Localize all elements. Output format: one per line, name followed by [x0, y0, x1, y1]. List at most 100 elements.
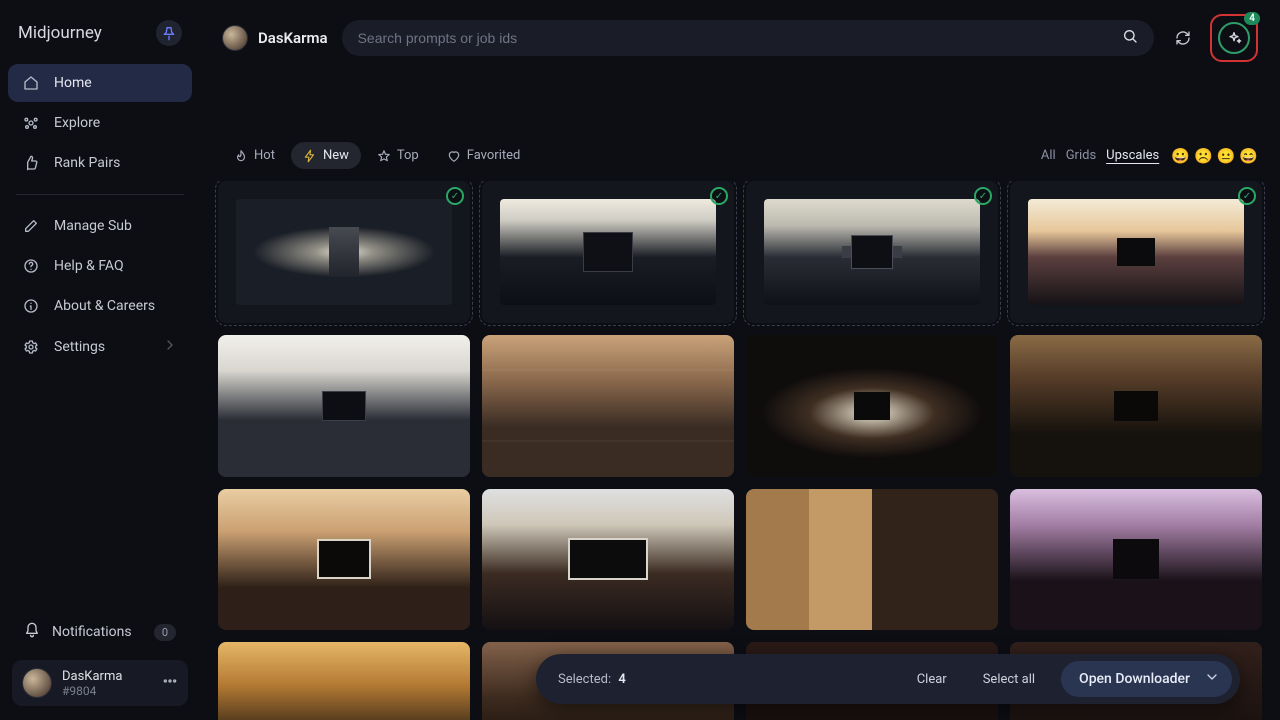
clear-selection-button[interactable]: Clear [907, 666, 957, 693]
search-input[interactable] [358, 30, 1112, 46]
topbar: DasKarma 4 [200, 0, 1280, 72]
tab-new-label: New [323, 148, 349, 163]
nav-manage-sub[interactable]: Manage Sub [8, 207, 192, 245]
nav-help-label: Help & FAQ [54, 258, 124, 274]
thumbs-up-icon [22, 154, 40, 172]
explore-icon [22, 114, 40, 132]
chevron-right-icon [162, 337, 178, 357]
image-cell[interactable] [482, 335, 734, 477]
image-cell[interactable] [1010, 489, 1262, 631]
notifications-count: 0 [154, 624, 176, 641]
check-icon: ✓ [446, 187, 464, 205]
view-all[interactable]: All [1041, 148, 1056, 163]
selected-label: Selected: 4 [558, 672, 626, 687]
brand-title: Midjourney [18, 23, 102, 43]
more-icon [162, 673, 178, 689]
top-user[interactable]: DasKarma [222, 25, 328, 51]
user-more-button[interactable] [162, 673, 178, 693]
gallery[interactable]: ✓ ✓ ✓ ✓ [200, 181, 1280, 720]
nav-secondary: Manage Sub Help & FAQ About & Careers Se… [8, 207, 192, 367]
open-downloader-button[interactable]: Open Downloader [1061, 661, 1232, 697]
image-cell[interactable] [218, 642, 470, 720]
tab-hot[interactable]: Hot [222, 142, 287, 169]
tab-top[interactable]: Top [365, 142, 431, 169]
image-cell[interactable] [482, 489, 734, 631]
emoji-filter-4[interactable]: 😄 [1239, 147, 1258, 165]
user-card[interactable]: DasKarma #9804 [12, 660, 188, 706]
user-tag: #9804 [62, 684, 122, 698]
tab-favorited[interactable]: Favorited [435, 142, 533, 169]
search-icon[interactable] [1122, 28, 1138, 48]
nav-rank-label: Rank Pairs [54, 155, 120, 171]
image-cell[interactable]: ✓ [218, 181, 470, 323]
refresh-button[interactable] [1168, 23, 1198, 53]
nav-settings[interactable]: Settings [8, 327, 192, 367]
image-cell[interactable]: ✓ [1010, 181, 1262, 323]
nav-about-label: About & Careers [54, 298, 155, 314]
generation-count-badge: 4 [1244, 12, 1260, 25]
image-cell[interactable] [218, 489, 470, 631]
image-cell[interactable] [746, 489, 998, 631]
sparkle-icon [1226, 30, 1242, 46]
nav-about[interactable]: About & Careers [8, 287, 192, 325]
generation-queue-button[interactable]: 4 [1210, 14, 1258, 62]
user-name: DasKarma [62, 669, 122, 684]
nav-explore[interactable]: Explore [8, 104, 192, 142]
pin-sidebar-button[interactable] [156, 20, 182, 46]
star-icon [377, 149, 391, 163]
tab-favorited-label: Favorited [467, 148, 521, 163]
view-tabs: All Grids Upscales [1041, 148, 1159, 163]
nav-help[interactable]: Help & FAQ [8, 247, 192, 285]
open-downloader-label: Open Downloader [1079, 671, 1190, 687]
search-bar[interactable] [342, 20, 1154, 56]
view-upscales[interactable]: Upscales [1106, 148, 1159, 163]
image-cell[interactable] [746, 335, 998, 477]
nav-manage-sub-label: Manage Sub [54, 218, 132, 234]
fire-icon [234, 149, 248, 163]
selection-action-bar: Selected: 4 Clear Select all Open Downlo… [536, 654, 1240, 704]
notifications-button[interactable]: Notifications 0 [12, 614, 188, 650]
image-cell[interactable] [1010, 335, 1262, 477]
pin-icon [161, 25, 177, 41]
avatar [22, 668, 52, 698]
info-icon [22, 297, 40, 315]
help-icon [22, 257, 40, 275]
image-cell[interactable]: ✓ [482, 181, 734, 323]
nav-home-label: Home [54, 75, 92, 91]
main: DasKarma 4 Hot New [200, 0, 1280, 720]
check-icon: ✓ [710, 187, 728, 205]
nav-primary: Home Explore Rank Pairs [8, 64, 192, 182]
emoji-filter-1[interactable]: 😀 [1171, 147, 1190, 165]
home-icon [22, 74, 40, 92]
image-cell[interactable] [218, 335, 470, 477]
filter-row: Hot New Top Favorited All Grids Upscales [200, 72, 1280, 181]
gear-icon [22, 338, 40, 356]
emoji-filter-2[interactable]: ☹️ [1194, 147, 1213, 165]
nav-settings-label: Settings [54, 339, 105, 355]
select-all-button[interactable]: Select all [973, 666, 1045, 693]
nav-explore-label: Explore [54, 115, 100, 131]
chevron-down-icon [1204, 669, 1220, 689]
rating-emoji-filters: 😀 ☹️ 😐 😄 [1171, 147, 1258, 165]
nav-divider [16, 194, 184, 195]
bolt-icon [303, 149, 317, 163]
selected-count: 4 [618, 672, 625, 687]
top-username: DasKarma [258, 29, 328, 47]
sidebar: Midjourney Home Explore Rank Pairs Manag… [0, 0, 200, 720]
tab-hot-label: Hot [254, 148, 275, 163]
view-grids[interactable]: Grids [1066, 148, 1096, 163]
nav-home[interactable]: Home [8, 64, 192, 102]
image-cell[interactable]: ✓ [746, 181, 998, 323]
emoji-filter-3[interactable]: 😐 [1217, 147, 1236, 165]
nav-rank[interactable]: Rank Pairs [8, 144, 192, 182]
tab-top-label: Top [397, 148, 419, 163]
check-icon: ✓ [1238, 187, 1256, 205]
tab-new[interactable]: New [291, 142, 361, 169]
refresh-icon [1175, 30, 1191, 46]
check-icon: ✓ [974, 187, 992, 205]
heart-icon [447, 149, 461, 163]
avatar [222, 25, 248, 51]
notifications-label: Notifications [52, 624, 132, 640]
edit-icon [22, 217, 40, 235]
bell-icon [24, 622, 40, 642]
